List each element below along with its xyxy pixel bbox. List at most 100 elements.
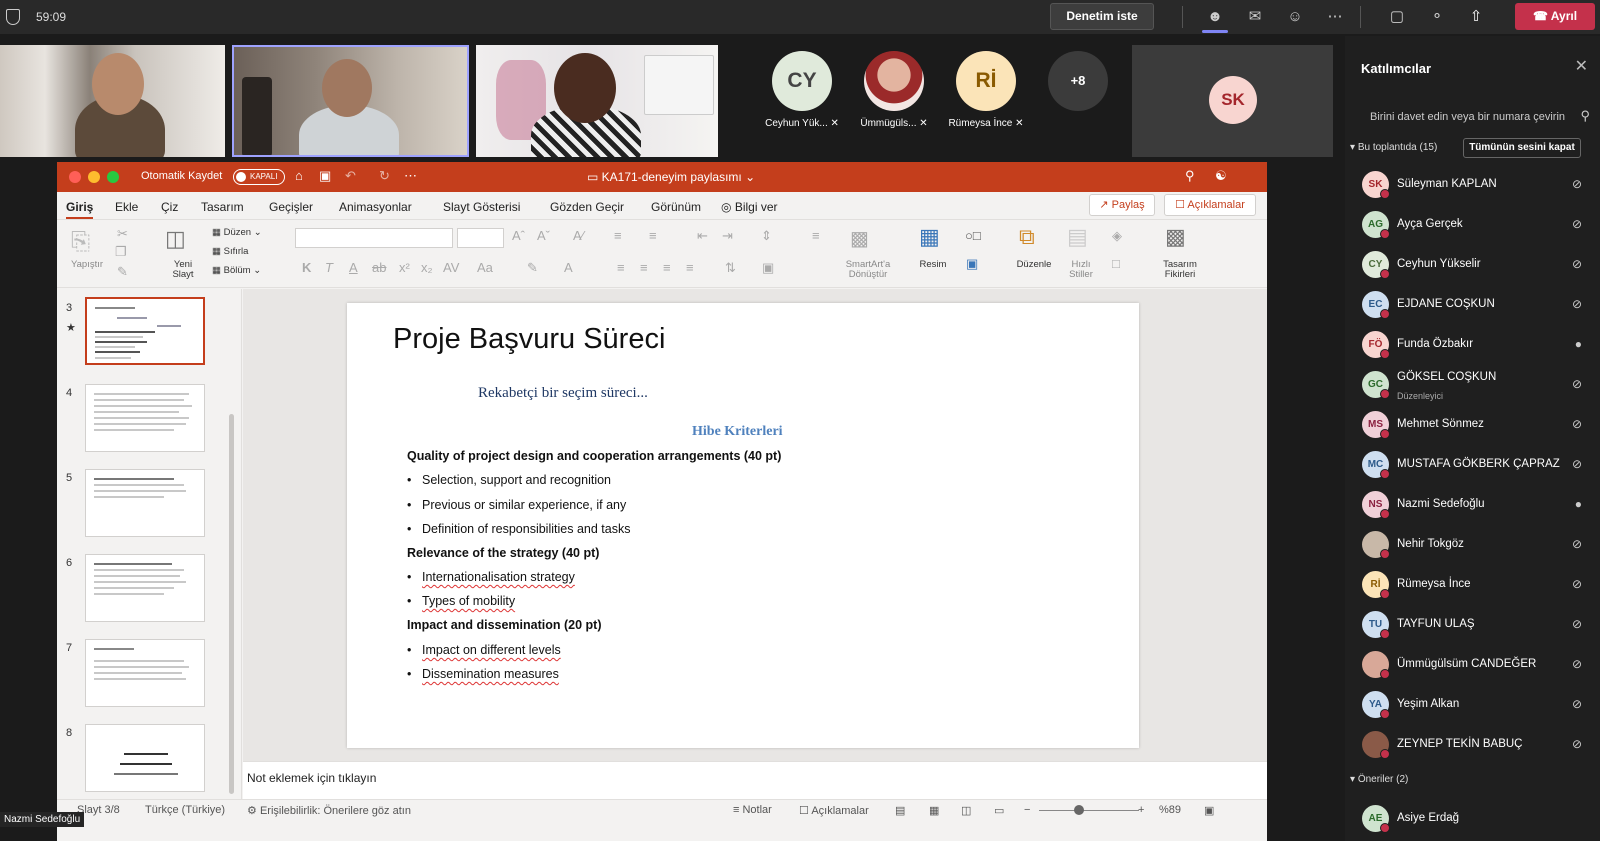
paste-icon[interactable]: ⎘ <box>71 228 90 256</box>
invite-input[interactable]: Birini davet edin veya bir numara çeviri… <box>1370 111 1585 123</box>
participant-row[interactable]: FÖ Funda Özbakır ● <box>1357 325 1597 365</box>
bullet-item[interactable]: Types of mobility <box>407 594 515 608</box>
participant-row[interactable]: MC MUSTAFA GÖKBERK ÇAPRAZ ⊘ <box>1357 445 1597 485</box>
account-icon[interactable]: ☯ <box>1215 168 1227 184</box>
slide-subtitle[interactable]: Rekabetçi bir seçim süreci... <box>478 385 648 402</box>
italic-icon[interactable]: T <box>325 260 333 275</box>
criteria-heading[interactable]: Hibe Kriterleri <box>692 424 783 440</box>
shape-outline-icon[interactable]: □ <box>1112 256 1120 271</box>
presenter-tile[interactable]: SK <box>1132 45 1333 157</box>
participant-tile-ri[interactable]: Rİ Rümeysa İnce ✕ <box>941 45 1031 157</box>
mic-off-icon[interactable]: ⊘ <box>1572 217 1582 231</box>
reset-button[interactable]: ▦ Sıfırla <box>212 247 272 257</box>
columns-icon[interactable]: ≡ <box>812 228 820 243</box>
video-tile-active-speaker[interactable] <box>232 45 469 157</box>
highlight-icon[interactable]: ✎ <box>527 260 538 276</box>
participant-row[interactable]: SK Süleyman KAPLAN ⊘ <box>1357 165 1597 205</box>
font-family-select[interactable] <box>295 228 453 248</box>
new-slide-icon[interactable]: ◫ <box>165 226 186 252</box>
mic-off-icon[interactable]: ⊘ <box>1572 177 1582 191</box>
chat-icon[interactable]: ✉ <box>1243 6 1267 28</box>
mic-off-icon[interactable]: ⊘ <box>1572 417 1582 431</box>
zoom-slider-thumb[interactable] <box>1074 805 1084 815</box>
designer-icon[interactable]: ▩ <box>1165 224 1186 250</box>
normal-view-icon[interactable]: ▤ <box>895 804 905 817</box>
section-heading[interactable]: Impact and dissemination (20 pt) <box>407 618 601 632</box>
bullets-icon[interactable]: ≡ <box>614 228 622 243</box>
slide-sorter-icon[interactable]: ▦ <box>929 804 939 817</box>
mic-off-icon[interactable]: ⊘ <box>1572 457 1582 471</box>
align-left-icon[interactable]: ≡ <box>617 260 625 275</box>
zoom-in-icon[interactable]: + <box>1138 804 1144 816</box>
section-heading[interactable]: Quality of project design and cooperatio… <box>407 449 781 463</box>
camera-off-icon[interactable]: ▢ <box>1385 6 1409 28</box>
participant-row[interactable]: MS Mehmet Sönmez ⊘ <box>1357 405 1597 445</box>
close-icon[interactable]: ✕ <box>1575 56 1588 76</box>
current-slide[interactable]: Proje Başvuru Süreci Rekabetçi bir seçim… <box>347 303 1139 748</box>
notes-pane[interactable]: Not eklemek için tıklayın <box>243 761 1267 799</box>
arrange-icon[interactable]: ⧉ <box>1019 224 1035 250</box>
bullet-item[interactable]: Selection, support and recognition <box>407 473 611 487</box>
reading-view-icon[interactable]: ◫ <box>961 804 971 817</box>
decrease-font-icon[interactable]: Aˇ <box>537 228 550 243</box>
participant-row[interactable]: YA Yeşim Alkan ⊘ <box>1357 685 1597 725</box>
tab-insert[interactable]: Ekle <box>115 200 138 214</box>
bullet-item[interactable]: Previous or similar experience, if any <box>407 498 626 512</box>
participant-row[interactable]: Nehir Tokgöz ⊘ <box>1357 525 1597 565</box>
suggestions-header[interactable]: ▾ Öneriler (2) <box>1350 774 1408 785</box>
mic-off-icon[interactable]: ⊘ <box>1572 737 1582 751</box>
cut-icon[interactable]: ✂ <box>117 226 128 242</box>
thumbnail-scrollbar[interactable] <box>229 414 234 794</box>
participant-row[interactable]: EC EJDANE COŞKUN ⊘ <box>1357 285 1597 325</box>
document-title[interactable]: ▭ KA171-deneyim paylasımı ⌄ <box>587 170 755 184</box>
fit-slide-icon[interactable]: ▣ <box>1204 804 1214 817</box>
redo-icon[interactable]: ↻ <box>379 168 390 184</box>
leave-button[interactable]: ☎ Ayrıl <box>1515 3 1595 30</box>
share-button[interactable]: ↗ Paylaş <box>1089 194 1155 216</box>
zoom-out-icon[interactable]: − <box>1024 804 1030 816</box>
smartart-icon[interactable]: ▩ <box>850 226 869 251</box>
picture-icon[interactable]: ▦ <box>919 224 940 250</box>
video-tile[interactable] <box>476 45 718 157</box>
copy-icon[interactable]: ❐ <box>115 244 127 260</box>
strikethrough-icon[interactable]: ab <box>372 260 386 275</box>
subscript-icon[interactable]: x₂ <box>421 260 433 275</box>
shape-fill-icon[interactable]: ◈ <box>1112 228 1122 244</box>
section-button[interactable]: ▦ Bölüm ⌄ <box>212 266 272 276</box>
mic-off-icon[interactable]: ⊘ <box>1572 377 1582 391</box>
participant-row[interactable]: Rİ Rümeysa İnce ⊘ <box>1357 565 1597 605</box>
mic-icon[interactable]: ● <box>1575 337 1582 351</box>
quick-styles-icon[interactable]: ▤ <box>1067 224 1088 250</box>
bullet-item[interactable]: Definition of responsibilities and tasks <box>407 522 630 536</box>
decrease-indent-icon[interactable]: ⇤ <box>697 228 708 244</box>
mic-off-icon[interactable]: ⊘ <box>1572 577 1582 591</box>
tell-me[interactable]: ◎ Bilgi ver <box>721 200 778 214</box>
section-heading[interactable]: Relevance of the strategy (40 pt) <box>407 546 599 560</box>
in-meeting-header[interactable]: ▾ Bu toplantıda (15) <box>1350 142 1437 153</box>
tab-animations[interactable]: Animasyonlar <box>339 200 412 214</box>
line-spacing-icon[interactable]: ⇕ <box>761 228 772 244</box>
tab-transitions[interactable]: Geçişler <box>269 200 313 214</box>
more-icon[interactable]: ⋯ <box>1323 6 1347 28</box>
autosave-toggle[interactable]: KAPALI <box>233 169 285 185</box>
tab-view[interactable]: Görünüm <box>651 200 701 214</box>
zoom-slider[interactable] <box>1039 810 1139 811</box>
tab-review[interactable]: Gözden Geçir <box>550 200 624 214</box>
align-text-icon[interactable]: ▣ <box>762 260 774 276</box>
format-painter-icon[interactable]: ✎ <box>117 264 128 280</box>
presenter-view-icon[interactable]: ▭ <box>994 804 1004 817</box>
minimize-window-button[interactable] <box>88 171 100 183</box>
participant-row[interactable]: NS Nazmi Sedefoğlu ● <box>1357 485 1597 525</box>
clear-format-icon[interactable]: A∕ <box>573 228 584 243</box>
change-case-icon[interactable]: Aa <box>477 260 493 275</box>
shapes-icon[interactable]: ○□ <box>965 228 981 243</box>
justify-icon[interactable]: ≡ <box>686 260 694 275</box>
slide-thumbnail-4[interactable] <box>85 384 205 452</box>
bullet-item[interactable]: Impact on different levels <box>407 643 561 657</box>
mic-icon[interactable]: ● <box>1575 497 1582 511</box>
undo-icon[interactable]: ↶ <box>345 168 356 184</box>
close-window-button[interactable] <box>69 171 81 183</box>
people-icon[interactable]: ☻ <box>1203 6 1227 28</box>
overflow-participants[interactable]: +8 <box>1033 45 1123 157</box>
font-size-select[interactable] <box>457 228 504 248</box>
